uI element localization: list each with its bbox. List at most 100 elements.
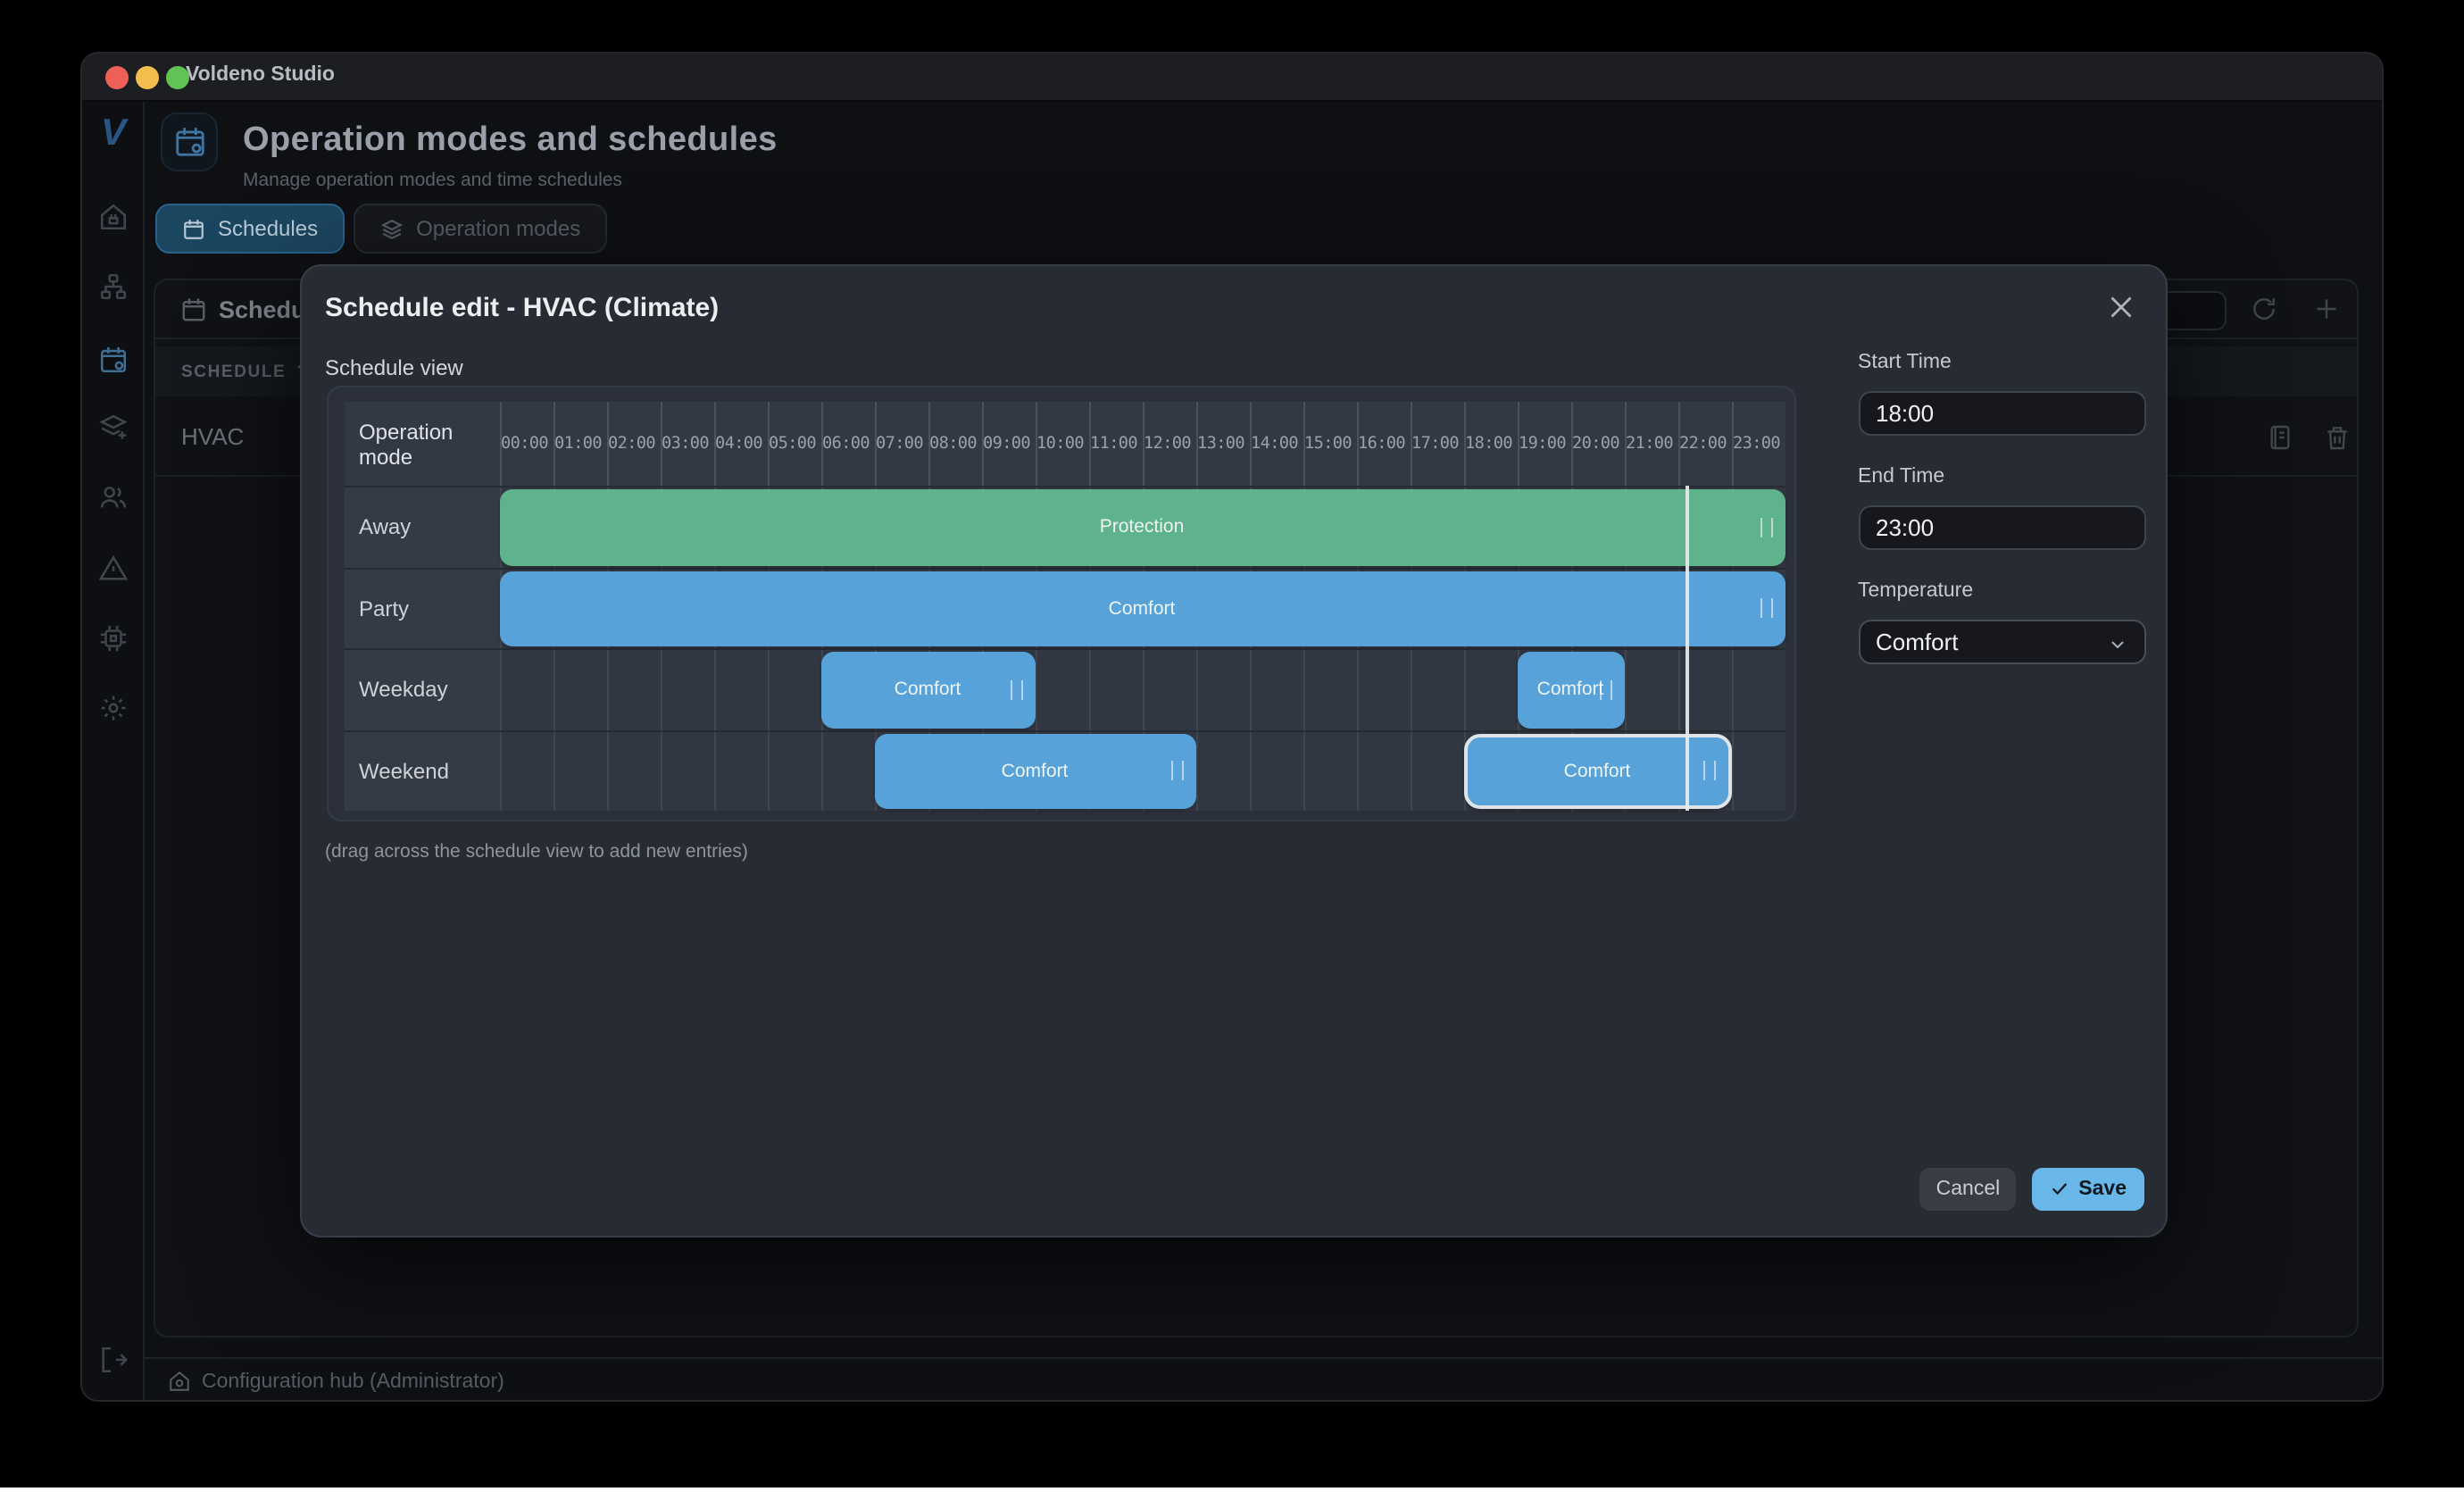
temperature-label: Temperature bbox=[1858, 580, 1973, 602]
hour-label: 15:00 bbox=[1303, 434, 1356, 454]
hour-label: 12:00 bbox=[1142, 434, 1195, 454]
settings-icon[interactable] bbox=[98, 692, 129, 722]
calendar-icon bbox=[182, 217, 205, 240]
page-icon bbox=[161, 112, 218, 171]
schedule-entry[interactable]: Comfort bbox=[820, 652, 1035, 728]
hour-label: 23:00 bbox=[1731, 434, 1785, 454]
hour-label: 20:00 bbox=[1570, 434, 1624, 454]
home-icon[interactable] bbox=[98, 202, 129, 232]
app-window: Voldeno Studio V bbox=[80, 52, 2384, 1402]
time-indicator[interactable] bbox=[1686, 486, 1688, 811]
devices-icon[interactable] bbox=[98, 623, 129, 654]
status-bar: Configuration hub (Administrator) bbox=[145, 1357, 2382, 1402]
row-track[interactable]: Comfort Comfort bbox=[499, 731, 1785, 811]
resize-handle[interactable] bbox=[1760, 599, 1772, 619]
close-window-button[interactable] bbox=[105, 66, 129, 89]
hour-label: 04:00 bbox=[713, 434, 767, 454]
schedule-row: Weekday Comfort Comfort bbox=[345, 648, 1785, 729]
schedule-grid: Operation mode 00:0001:0002:0003:0004:00… bbox=[345, 402, 1785, 811]
logout-icon[interactable] bbox=[98, 1344, 129, 1374]
schedule-name: HVAC bbox=[181, 422, 244, 449]
schedule-row: Away Protection bbox=[345, 486, 1785, 567]
hour-label: 11:00 bbox=[1088, 434, 1142, 454]
tab-label: Schedules bbox=[218, 216, 318, 241]
tab-bar: Schedules Operation modes bbox=[155, 204, 607, 254]
schedule-row: PartyComfort bbox=[345, 567, 1785, 648]
entry-label: Comfort bbox=[1564, 761, 1631, 782]
refresh-icon[interactable] bbox=[2249, 295, 2277, 323]
cancel-button[interactable]: Cancel bbox=[1920, 1167, 2017, 1211]
schedule-entry[interactable]: Comfort bbox=[499, 571, 1785, 646]
delete-icon[interactable] bbox=[2322, 422, 2351, 451]
status-text: Configuration hub (Administrator) bbox=[202, 1371, 504, 1392]
hour-label: 17:00 bbox=[1410, 434, 1463, 454]
row-label: Weekend bbox=[345, 731, 499, 811]
hour-label: 07:00 bbox=[874, 434, 928, 454]
schedule-view[interactable]: Operation mode 00:0001:0002:0003:0004:00… bbox=[326, 386, 1795, 821]
schedule-entry[interactable]: Comfort bbox=[1517, 652, 1624, 728]
save-button[interactable]: Save bbox=[2032, 1167, 2144, 1211]
hour-label: 19:00 bbox=[1517, 434, 1570, 454]
row-label: Weekday bbox=[345, 650, 499, 729]
schedules-icon[interactable] bbox=[98, 344, 129, 374]
schedule-view-label: Schedule view bbox=[325, 355, 463, 380]
row-track[interactable]: Protection bbox=[499, 488, 1785, 567]
hour-label: 01:00 bbox=[553, 434, 606, 454]
entry-label: Comfort bbox=[1002, 761, 1069, 782]
users-icon[interactable] bbox=[98, 482, 129, 512]
entry-label: Protection bbox=[1100, 517, 1185, 538]
bottom-strip bbox=[0, 1488, 2464, 1500]
hour-label: 00:00 bbox=[499, 434, 553, 454]
topology-icon[interactable] bbox=[98, 271, 129, 302]
save-label: Save bbox=[2078, 1179, 2127, 1200]
row-track[interactable]: Comfort Comfort bbox=[499, 650, 1785, 729]
tab-operation-modes[interactable]: Operation modes bbox=[354, 204, 607, 254]
resize-handle[interactable] bbox=[1170, 762, 1183, 781]
details-icon[interactable] bbox=[2265, 422, 2293, 451]
resize-handle[interactable] bbox=[1760, 518, 1772, 538]
schedule-row: Weekend Comfort Comfort bbox=[345, 729, 1785, 811]
hour-label: 06:00 bbox=[820, 434, 874, 454]
entry-label: Comfort bbox=[1537, 679, 1604, 701]
hour-label: 10:00 bbox=[1035, 434, 1088, 454]
dialog-title: Schedule edit - HVAC (Climate) bbox=[325, 293, 719, 323]
resize-handle[interactable] bbox=[1010, 680, 1022, 700]
close-icon[interactable] bbox=[2105, 291, 2137, 323]
hour-label: 14:00 bbox=[1249, 434, 1303, 454]
window-title: Voldeno Studio bbox=[186, 64, 335, 86]
hour-label: 08:00 bbox=[928, 434, 981, 454]
chevron-down-icon bbox=[2106, 633, 2127, 654]
page-subtitle: Manage operation modes and time schedule… bbox=[243, 170, 622, 191]
home-icon bbox=[168, 1370, 191, 1393]
voldeno-logo: V bbox=[82, 112, 145, 155]
minimize-window-button[interactable] bbox=[136, 66, 159, 89]
temperature-select[interactable]: Comfort bbox=[1858, 619, 2145, 664]
hour-label: 03:00 bbox=[660, 434, 713, 454]
hour-label: 05:00 bbox=[767, 434, 820, 454]
start-time-label: Start Time bbox=[1858, 352, 1952, 373]
resize-handle[interactable] bbox=[1599, 680, 1611, 700]
row-track[interactable]: Comfort bbox=[499, 569, 1785, 648]
schedule-entry[interactable]: Comfort bbox=[1463, 733, 1731, 809]
column-header-schedule[interactable]: SCHEDULE bbox=[181, 362, 286, 381]
schedule-entry[interactable]: Comfort bbox=[874, 733, 1195, 809]
check-icon bbox=[2050, 1179, 2069, 1199]
resize-handle[interactable] bbox=[1702, 762, 1715, 781]
hour-label: 22:00 bbox=[1677, 434, 1731, 454]
timeline-header: Operation mode 00:0001:0002:0003:0004:00… bbox=[345, 402, 1785, 486]
end-time-input[interactable] bbox=[1858, 504, 2145, 550]
start-time-input[interactable] bbox=[1858, 390, 2145, 436]
alerts-icon[interactable] bbox=[98, 553, 129, 583]
page-title: Operation modes and schedules bbox=[243, 121, 778, 161]
schedule-entry[interactable]: Protection bbox=[499, 489, 1785, 565]
row-label: Away bbox=[345, 488, 499, 567]
tab-schedules[interactable]: Schedules bbox=[155, 204, 345, 254]
add-icon[interactable] bbox=[2311, 295, 2340, 323]
titlebar: Voldeno Studio bbox=[82, 54, 2382, 102]
hour-label: 16:00 bbox=[1356, 434, 1410, 454]
hour-label: 21:00 bbox=[1624, 434, 1677, 454]
sidebar: V bbox=[82, 102, 145, 1400]
selected-option: Comfort bbox=[1876, 629, 1958, 655]
layers-plus-icon[interactable] bbox=[98, 412, 129, 443]
hour-scale: 00:0001:0002:0003:0004:0005:0006:0007:00… bbox=[499, 402, 1785, 486]
